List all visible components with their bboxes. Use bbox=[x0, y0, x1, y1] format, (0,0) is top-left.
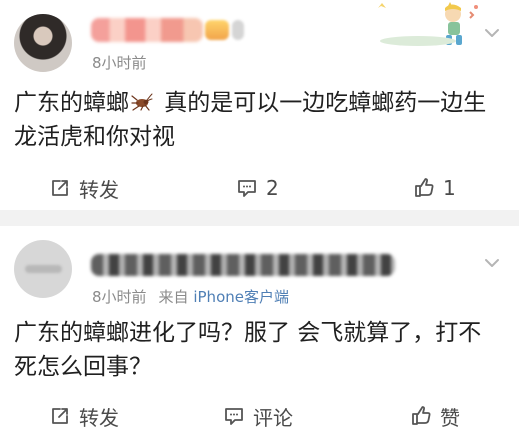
like-button[interactable]: 1 bbox=[413, 170, 456, 206]
post-text-before-emoji: 广东的蟑螂 bbox=[14, 90, 129, 116]
blurred-badge bbox=[232, 20, 244, 40]
blurred-username[interactable] bbox=[91, 254, 395, 276]
comment-icon bbox=[225, 408, 243, 425]
post-actions: 转发 2 1 bbox=[0, 170, 519, 206]
comment-icon bbox=[238, 180, 256, 197]
source-prefix: 来自 bbox=[158, 288, 189, 306]
avatar[interactable] bbox=[14, 240, 72, 298]
avatar[interactable] bbox=[14, 14, 72, 72]
post-card: 8小时前 广东的蟑螂 真的是可以一边吃蟑螂药一边生龙活虎和你对视 转发 2 1 bbox=[0, 0, 519, 210]
post-actions: 转发 评论 赞 bbox=[0, 398, 519, 434]
blurred-avatar-text bbox=[25, 265, 62, 273]
post-meta: 8小时前 来自 iPhone客户端 bbox=[92, 286, 289, 307]
share-button[interactable]: 转发 bbox=[49, 398, 119, 434]
comment-button[interactable]: 2 bbox=[236, 170, 279, 206]
cockroach-icon bbox=[131, 93, 153, 111]
like-label: 赞 bbox=[440, 405, 460, 430]
share-label: 转发 bbox=[79, 405, 119, 430]
comment-button[interactable]: 评论 bbox=[223, 398, 293, 434]
chevron-down-icon[interactable] bbox=[483, 24, 501, 42]
comment-label: 评论 bbox=[253, 405, 293, 430]
decorative-prince-icon bbox=[378, 2, 478, 46]
post-text: 广东的蟑螂进化了吗？服了 会飞就算了，打不死怎么回事？ bbox=[14, 320, 482, 380]
chevron-down-icon[interactable] bbox=[483, 254, 501, 272]
thumbs-up-icon bbox=[415, 178, 434, 197]
post-time: 8小时前 bbox=[92, 288, 147, 306]
like-count: 1 bbox=[443, 176, 456, 200]
thumbs-up-icon bbox=[412, 406, 431, 425]
blurred-username[interactable] bbox=[91, 18, 203, 42]
share-button[interactable]: 转发 bbox=[49, 170, 119, 206]
like-button[interactable]: 赞 bbox=[410, 398, 460, 434]
comment-count: 2 bbox=[266, 176, 279, 200]
source-link[interactable]: iPhone客户端 bbox=[193, 288, 289, 306]
share-icon bbox=[52, 180, 68, 196]
post-time: 8小时前 bbox=[92, 54, 147, 72]
share-icon bbox=[52, 408, 68, 424]
post-text: 广东的蟑螂 真的是可以一边吃蟑螂药一边生龙活虎和你对视 bbox=[14, 86, 504, 154]
blurred-badge bbox=[205, 20, 229, 40]
post-separator bbox=[0, 210, 519, 226]
share-label: 转发 bbox=[79, 177, 119, 202]
